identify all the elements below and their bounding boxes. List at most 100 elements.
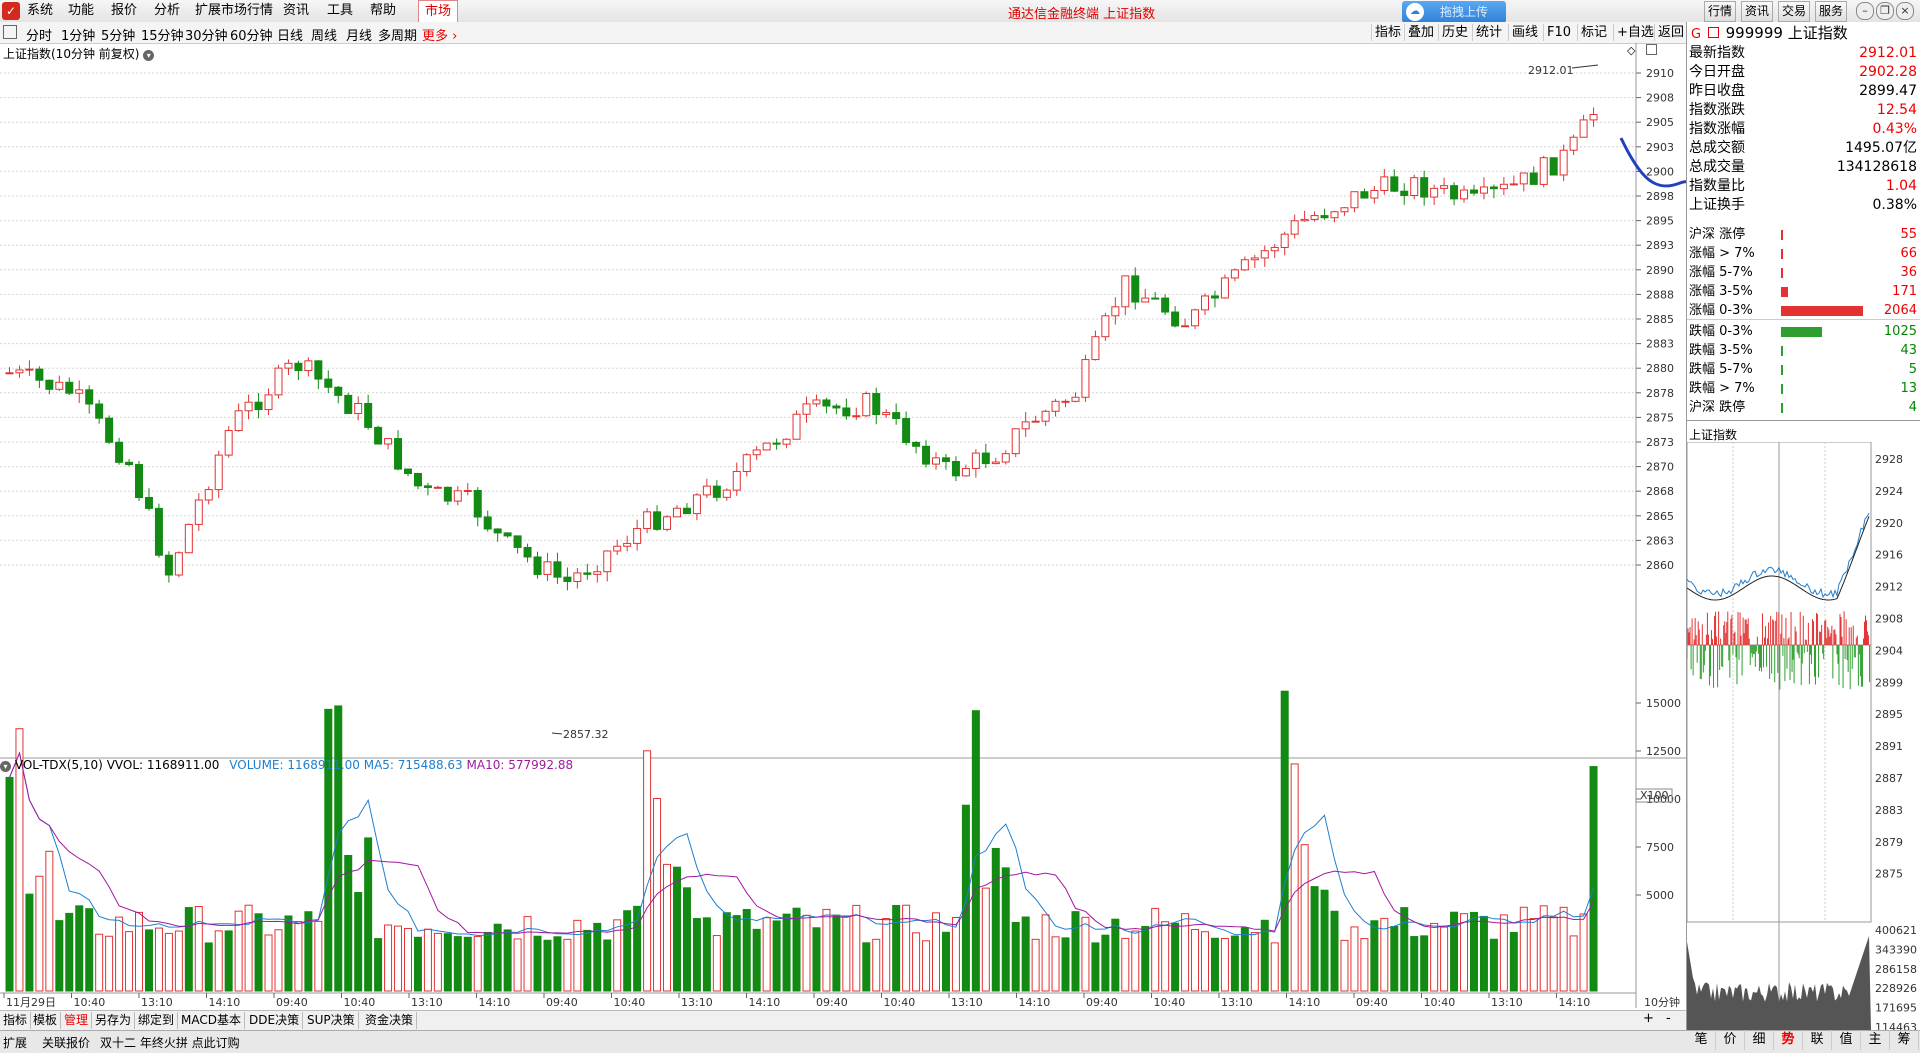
- breadth-label: 跌幅 3-5%: [1689, 343, 1753, 358]
- candle-body: [533, 556, 542, 575]
- breadth-value: 43: [1900, 343, 1917, 358]
- drag-upload-button[interactable]: ☁ 拖拽上传: [1402, 1, 1506, 23]
- panel-tab[interactable]: 主: [1861, 1030, 1890, 1050]
- status-promo[interactable]: 双十二 年终火拼 点此订购: [100, 1034, 240, 1051]
- menu-ext-market[interactable]: 扩展市场行情: [195, 3, 273, 19]
- menu-analysis[interactable]: 分析: [154, 3, 180, 19]
- candle-body: [324, 378, 333, 388]
- candle-body: [1201, 295, 1209, 311]
- volume-bar: [35, 875, 44, 992]
- menu-system[interactable]: 系统: [27, 3, 53, 19]
- tab-manage[interactable]: 管理: [61, 1012, 93, 1029]
- volume-bar: [244, 904, 253, 992]
- top-trade-button[interactable]: 交易: [1778, 1, 1811, 22]
- tab-bind-to[interactable]: 绑定到: [135, 1012, 179, 1029]
- candle-body: [1469, 189, 1478, 194]
- mini-volume-label: 343390: [1875, 943, 1917, 956]
- panel-tab[interactable]: 细: [1745, 1030, 1774, 1050]
- checkbox-icon[interactable]: [1707, 27, 1719, 38]
- quote-row-label: 指数涨跌: [1689, 102, 1745, 118]
- candle-body: [1569, 136, 1578, 151]
- period-1min[interactable]: 1分钟: [61, 25, 95, 44]
- top-news-button[interactable]: 资讯: [1741, 1, 1774, 22]
- period-60min[interactable]: 60分钟: [230, 25, 273, 44]
- status-related-quote[interactable]: 关联报价: [42, 1034, 90, 1051]
- diamond-icon[interactable]: ◇: [1627, 44, 1635, 57]
- period-15min[interactable]: 15分钟: [141, 25, 184, 44]
- volume-bar: [1400, 907, 1409, 992]
- tab-dde[interactable]: DDE决策: [246, 1012, 304, 1029]
- menu-market[interactable]: 市场: [418, 0, 459, 24]
- tool-history[interactable]: 历史: [1438, 24, 1471, 41]
- volume-bar: [752, 928, 761, 992]
- menu-tools[interactable]: 工具: [327, 3, 353, 19]
- candle-body: [1141, 297, 1150, 303]
- volume-bar: [45, 850, 54, 992]
- panel-tab[interactable]: 势: [1774, 1030, 1803, 1050]
- period-more[interactable]: 更多 ›: [422, 25, 457, 44]
- tool-overlay[interactable]: 叠加: [1404, 24, 1437, 41]
- menu-help[interactable]: 帮助: [370, 3, 396, 19]
- panel-tab[interactable]: 筹: [1890, 1030, 1919, 1050]
- tab-fund[interactable]: 资金决策: [362, 1012, 418, 1029]
- kline-chart[interactable]: 2910 2908 2905 2903 2900 2898 2895 2893 2890 2888…: [0, 43, 1686, 1010]
- candle-body: [1260, 250, 1269, 259]
- candle-body: [1440, 185, 1449, 189]
- top-quote-button[interactable]: 行情: [1704, 1, 1737, 22]
- time-tick-label: 14:10: [1289, 996, 1321, 1009]
- candle-body: [981, 452, 990, 465]
- tool-stats[interactable]: 统计: [1472, 24, 1505, 41]
- price-tick-label: 2860: [1646, 559, 1674, 572]
- menu-function[interactable]: 功能: [68, 3, 94, 19]
- tool-back[interactable]: 返回: [1654, 24, 1687, 41]
- candle-body: [85, 389, 94, 405]
- zoom-out-icon[interactable]: -: [1666, 1011, 1671, 1026]
- mini-intraday-chart[interactable]: 2928 2924 2920 2916 2912 2908 2904 2899 2895 2891…: [1687, 442, 1920, 1030]
- panel-toggle-icon[interactable]: [3, 25, 17, 39]
- breadth-value: 36: [1900, 265, 1917, 280]
- panel-tab[interactable]: 笔: [1687, 1030, 1716, 1050]
- chevron-down-icon[interactable]: ▾: [0, 761, 11, 772]
- tab-macd[interactable]: MACD基本: [178, 1012, 245, 1029]
- period-30min[interactable]: 30分钟: [185, 25, 228, 44]
- tool-indicator[interactable]: 指标: [1371, 24, 1404, 41]
- period-tick[interactable]: 分时: [26, 25, 52, 44]
- chevron-down-icon[interactable]: ▾: [143, 50, 155, 61]
- tab-sup[interactable]: SUP决策: [304, 1012, 359, 1029]
- panel-tab[interactable]: 价: [1716, 1030, 1745, 1050]
- volume-bar: [174, 930, 183, 992]
- tab-save-as[interactable]: 另存为: [92, 1012, 136, 1029]
- mini-price-label: 2875: [1875, 868, 1903, 881]
- status-extend[interactable]: 扩展: [3, 1034, 27, 1051]
- breadth-bar: [1781, 403, 1783, 413]
- restore-icon[interactable]: ❐: [1876, 2, 1894, 20]
- tool-mark[interactable]: 标记: [1577, 24, 1610, 41]
- volume-bar: [523, 916, 532, 992]
- tool-f10[interactable]: F10: [1543, 24, 1574, 41]
- tool-watchlist[interactable]: +自选: [1613, 24, 1657, 41]
- tool-draw[interactable]: 画线: [1508, 24, 1541, 41]
- tab-template[interactable]: 模板: [30, 1012, 62, 1029]
- period-month[interactable]: 月线: [346, 25, 372, 44]
- period-multi[interactable]: 多周期: [378, 25, 417, 44]
- menu-news[interactable]: 资讯: [283, 3, 309, 19]
- window-icon[interactable]: [1646, 44, 1657, 55]
- period-5min[interactable]: 5分钟: [101, 25, 135, 44]
- high-pointer: [1571, 64, 1599, 69]
- period-week[interactable]: 周线: [311, 25, 337, 44]
- zoom-in-icon[interactable]: +: [1643, 1011, 1654, 1026]
- minimize-icon[interactable]: –: [1856, 2, 1874, 20]
- menu-bar: ✓ 系统 功能 报价 分析 扩展市场行情 资讯 工具 帮助 市场 通达信金融终端…: [0, 0, 1920, 24]
- status-bar: 扩展 关联报价 双十二 年终火拼 点此订购: [0, 1030, 1920, 1053]
- menu-quote[interactable]: 报价: [111, 3, 137, 19]
- panel-tab[interactable]: 联: [1803, 1030, 1832, 1050]
- breadth-label: 涨幅 5-7%: [1689, 265, 1753, 280]
- tab-indicator[interactable]: 指标: [0, 1012, 32, 1029]
- candle-body: [294, 362, 303, 372]
- top-service-button[interactable]: 服务: [1815, 1, 1848, 22]
- close-icon[interactable]: ×: [1896, 2, 1914, 20]
- panel-tab[interactable]: 值: [1832, 1030, 1861, 1050]
- period-day[interactable]: 日线: [277, 25, 303, 44]
- volume-bar: [294, 921, 303, 992]
- volume-bar: [324, 708, 333, 992]
